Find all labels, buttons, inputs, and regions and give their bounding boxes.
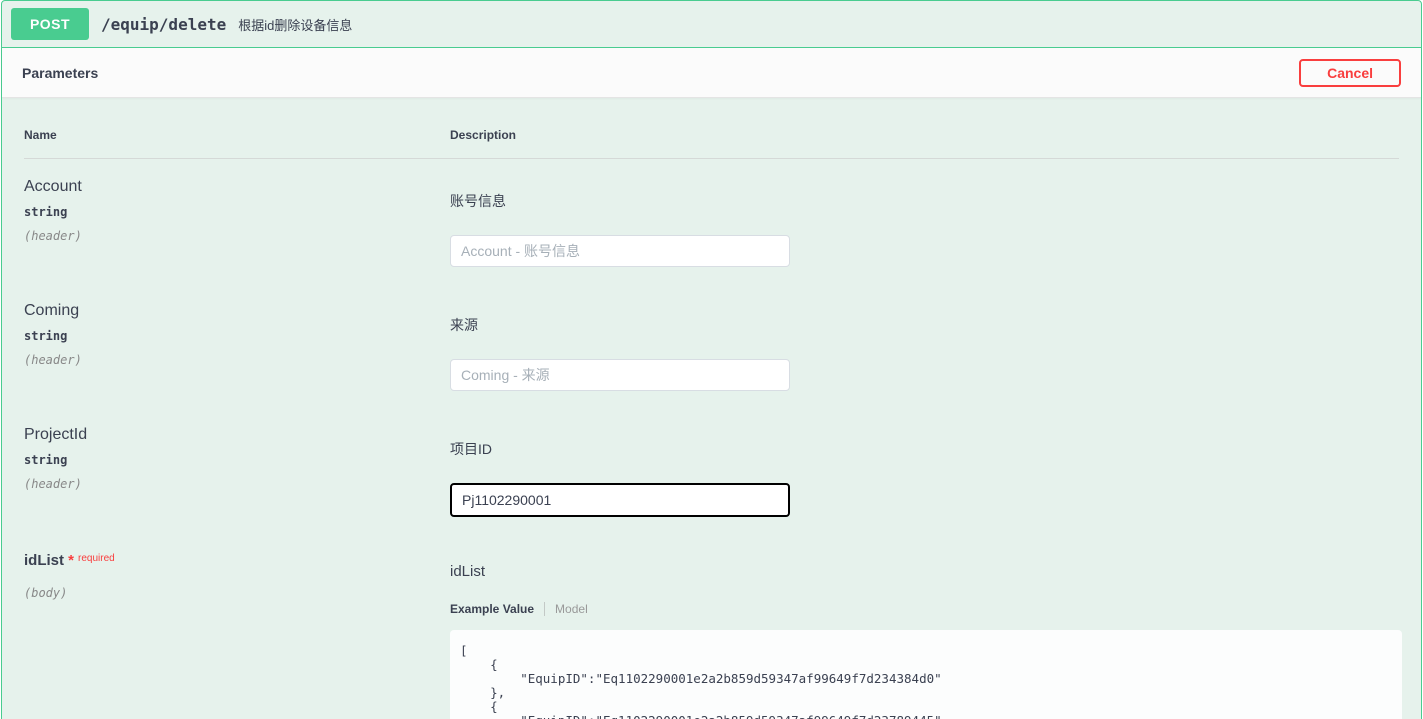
param-description: 账号信息 [450, 191, 1399, 211]
projectid-input[interactable] [450, 483, 790, 517]
param-name: Account [24, 178, 450, 196]
param-name-cell: idList * required (body) [24, 552, 450, 719]
coming-input[interactable] [450, 359, 790, 391]
param-location: (body) [24, 586, 450, 600]
cancel-button[interactable]: Cancel [1299, 59, 1401, 87]
param-row-idlist: idList * required (body) idList Example V… [24, 533, 1399, 719]
parameters-section-header: Parameters Cancel [2, 48, 1421, 98]
param-name: Coming [24, 302, 450, 320]
param-type: string [24, 329, 450, 343]
required-label: required [78, 553, 115, 564]
param-location: (header) [24, 229, 450, 243]
param-location: (header) [24, 477, 450, 491]
operation-block-post: POST /equip/delete 根据id删除设备信息 Parameters… [1, 0, 1422, 719]
tab-example-value[interactable]: Example Value [450, 602, 545, 616]
param-description: 来源 [450, 315, 1399, 335]
endpoint-path: /equip/delete [101, 15, 226, 34]
param-description-cell: 项目ID [450, 426, 1399, 517]
name-column-header: Name [24, 128, 450, 142]
param-row-coming: Coming string (header) 来源 [24, 283, 1399, 391]
example-json: [ { "EquipID":"Eq1102290001e2a2b859d5934… [460, 644, 1392, 719]
example-value-block[interactable]: [ { "EquipID":"Eq1102290001e2a2b859d5934… [450, 630, 1402, 719]
param-type: string [24, 205, 450, 219]
tab-model[interactable]: Model [545, 602, 588, 616]
param-name-cell: Coming string (header) [24, 302, 450, 391]
parameters-title: Parameters [22, 65, 98, 81]
parameters-table: Name Description Account string (header)… [2, 98, 1421, 719]
param-row-account: Account string (header) 账号信息 [24, 159, 1399, 267]
param-name-text: idList [24, 552, 64, 569]
param-row-projectid: ProjectId string (header) 项目ID [24, 407, 1399, 517]
parameters-table-header: Name Description [24, 128, 1399, 159]
method-badge: POST [11, 8, 89, 40]
param-name-cell: Account string (header) [24, 178, 450, 267]
endpoint-summary: 根据id删除设备信息 [238, 15, 352, 34]
param-location: (header) [24, 353, 450, 367]
model-example-tabs: Example Value Model [450, 602, 1402, 616]
param-name: ProjectId [24, 426, 450, 444]
param-type: string [24, 453, 450, 467]
required-asterisk: * [68, 552, 74, 569]
operation-summary-bar[interactable]: POST /equip/delete 根据id删除设备信息 [2, 1, 1421, 48]
param-description-cell: 来源 [450, 302, 1399, 391]
param-description-cell: idList Example Value Model [ { "EquipID"… [450, 552, 1402, 719]
account-input[interactable] [450, 235, 790, 267]
body-param-description: idList [450, 563, 1402, 580]
param-description-cell: 账号信息 [450, 178, 1399, 267]
description-column-header: Description [450, 128, 1399, 142]
param-description: 项目ID [450, 439, 1399, 459]
param-name: idList * required [24, 552, 450, 569]
param-name-cell: ProjectId string (header) [24, 426, 450, 517]
